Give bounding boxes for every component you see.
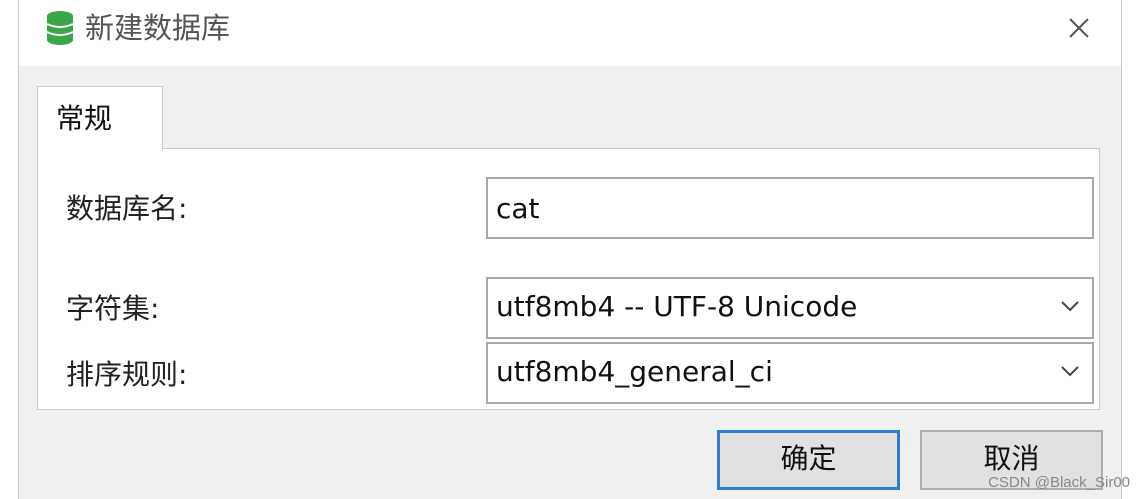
collation-label: 排序规则: (66, 358, 188, 391)
ok-button[interactable]: 确定 (717, 430, 900, 490)
collation-value: utf8mb4_general_ci (496, 355, 773, 388)
charset-label: 字符集: (66, 292, 160, 325)
collation-select[interactable]: utf8mb4_general_ci (486, 342, 1094, 404)
tab-general[interactable]: 常规 (37, 86, 163, 150)
database-icon (46, 11, 74, 45)
new-database-dialog: 新建数据库 常规 数据库名: 字符集: utf8mb4 -- UTF-8 Uni… (18, 0, 1122, 499)
title-bar: 新建数据库 (19, 0, 1121, 66)
close-icon (1069, 18, 1089, 38)
db-name-input[interactable] (486, 177, 1094, 239)
charset-select[interactable]: utf8mb4 -- UTF-8 Unicode (486, 277, 1094, 339)
dialog-title: 新建数据库 (85, 11, 231, 45)
watermark: CSDN @Black_Sir00 (988, 474, 1130, 491)
chevron-down-icon (1061, 366, 1079, 377)
charset-value: utf8mb4 -- UTF-8 Unicode (496, 290, 858, 323)
chevron-down-icon (1061, 301, 1079, 312)
db-name-label: 数据库名: (66, 192, 188, 225)
general-panel: 数据库名: 字符集: utf8mb4 -- UTF-8 Unicode 排序规则… (37, 148, 1100, 410)
close-button[interactable] (1057, 8, 1101, 48)
